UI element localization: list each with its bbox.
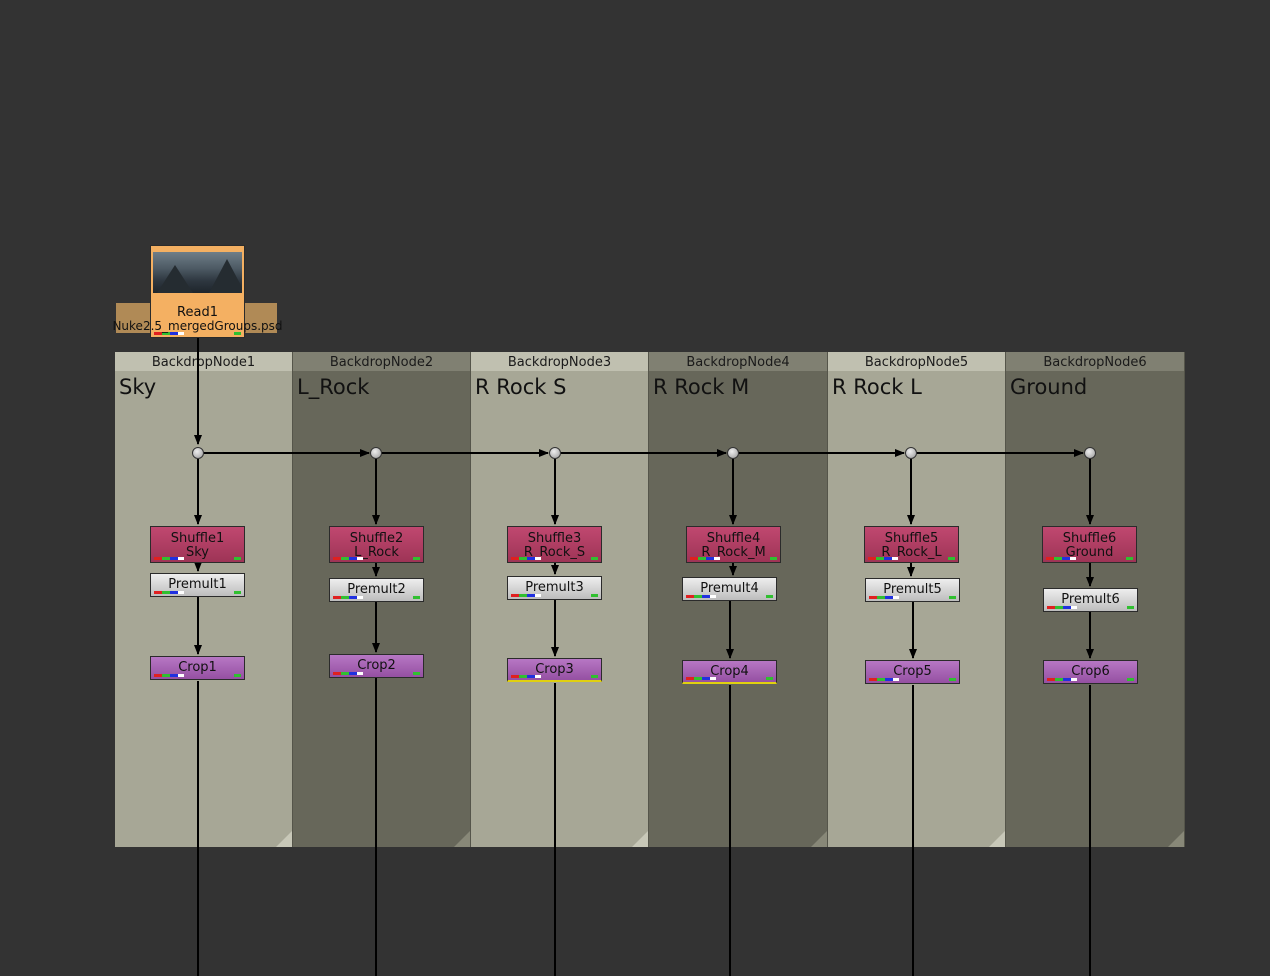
node-name: Shuffle6 xyxy=(1062,531,1117,546)
node-name: Premult2 xyxy=(347,582,406,597)
channel-indicator-end xyxy=(948,557,955,560)
channel-indicator-end xyxy=(234,591,241,594)
shuffle-node[interactable]: Shuffle1 Sky xyxy=(150,526,245,563)
node-name: Shuffle4 xyxy=(706,531,761,546)
dot-node[interactable] xyxy=(1084,447,1096,459)
channel-indicator-end xyxy=(413,557,420,560)
channel-indicator xyxy=(1047,606,1083,609)
node-name: Premult6 xyxy=(1061,592,1120,607)
channel-indicator-end xyxy=(234,674,241,677)
node-name: Shuffle2 xyxy=(349,531,404,546)
premult-node[interactable]: Premult2 xyxy=(329,578,424,602)
edge-layer xyxy=(194,338,1094,976)
crop-node[interactable]: Crop5 xyxy=(865,660,960,684)
shuffle-node[interactable]: Shuffle4 R_Rock_M xyxy=(686,526,781,563)
dot-node[interactable] xyxy=(549,447,561,459)
crop-node[interactable]: Crop6 xyxy=(1043,660,1138,684)
node-name: Premult3 xyxy=(525,580,584,595)
channel-indicator xyxy=(869,596,905,599)
channel-indicator-end xyxy=(1127,678,1134,681)
premult-node[interactable]: Premult4 xyxy=(682,577,777,601)
node-name: Shuffle5 xyxy=(884,531,939,546)
node-name: Premult4 xyxy=(700,581,759,596)
dot-node[interactable] xyxy=(727,447,739,459)
channel-indicator xyxy=(511,557,547,560)
channel-indicator-end xyxy=(413,672,420,675)
channel-indicator-end xyxy=(591,675,598,678)
channel-indicator xyxy=(333,596,369,599)
channel-indicator xyxy=(686,677,722,680)
channel-indicator xyxy=(869,678,905,681)
channel-indicator-end xyxy=(766,595,773,598)
node-name: Premult1 xyxy=(168,577,227,592)
channel-indicator xyxy=(868,557,904,560)
crop-node[interactable]: Crop2 xyxy=(329,654,424,678)
crop-node[interactable]: Crop3 xyxy=(507,658,602,682)
node-name: Shuffle1 xyxy=(170,531,225,546)
dot-node[interactable] xyxy=(192,447,204,459)
node-name: Crop1 xyxy=(178,660,217,675)
channel-indicator xyxy=(154,557,190,560)
channel-indicator-end xyxy=(413,596,420,599)
channel-indicator-end xyxy=(949,596,956,599)
channel-indicator-end xyxy=(591,557,598,560)
dot-node[interactable] xyxy=(905,447,917,459)
channel-indicator xyxy=(1047,678,1083,681)
shuffle-node[interactable]: Shuffle6 Ground xyxy=(1042,526,1137,563)
node-name: Crop5 xyxy=(893,664,932,679)
premult-node[interactable]: Premult5 xyxy=(865,578,960,602)
channel-indicator xyxy=(154,591,190,594)
channel-indicator-end xyxy=(234,557,241,560)
premult-node[interactable]: Premult6 xyxy=(1043,588,1138,612)
channel-indicator xyxy=(154,674,190,677)
shuffle-node[interactable]: Shuffle3 R_Rock_S xyxy=(507,526,602,563)
channel-indicator xyxy=(511,594,547,597)
channel-indicator-end xyxy=(591,594,598,597)
channel-indicator xyxy=(690,557,726,560)
channel-indicator-end xyxy=(1127,606,1134,609)
channel-indicator-end xyxy=(949,678,956,681)
premult-node[interactable]: Premult1 xyxy=(150,573,245,597)
channel-indicator xyxy=(333,672,369,675)
channel-indicator xyxy=(511,675,547,678)
shuffle-node[interactable]: Shuffle5 R_Rock_L xyxy=(864,526,959,563)
channel-indicator-end xyxy=(1126,557,1133,560)
node-name: Crop2 xyxy=(357,658,396,673)
node-graph[interactable]: BackdropNode1 Sky BackdropNode2 L_Rock B… xyxy=(0,0,1270,976)
node-name: Crop6 xyxy=(1071,664,1110,679)
dot-node[interactable] xyxy=(370,447,382,459)
crop-node[interactable]: Crop4 xyxy=(682,660,777,684)
channel-indicator xyxy=(686,595,722,598)
channel-indicator xyxy=(1046,557,1082,560)
channel-indicator-end xyxy=(766,677,773,680)
channel-indicator xyxy=(333,557,369,560)
premult-node[interactable]: Premult3 xyxy=(507,576,602,600)
shuffle-node[interactable]: Shuffle2 L_Rock xyxy=(329,526,424,563)
node-name: Shuffle3 xyxy=(527,531,582,546)
channel-indicator-end xyxy=(770,557,777,560)
node-name: Premult5 xyxy=(883,582,942,597)
crop-node[interactable]: Crop1 xyxy=(150,656,245,680)
